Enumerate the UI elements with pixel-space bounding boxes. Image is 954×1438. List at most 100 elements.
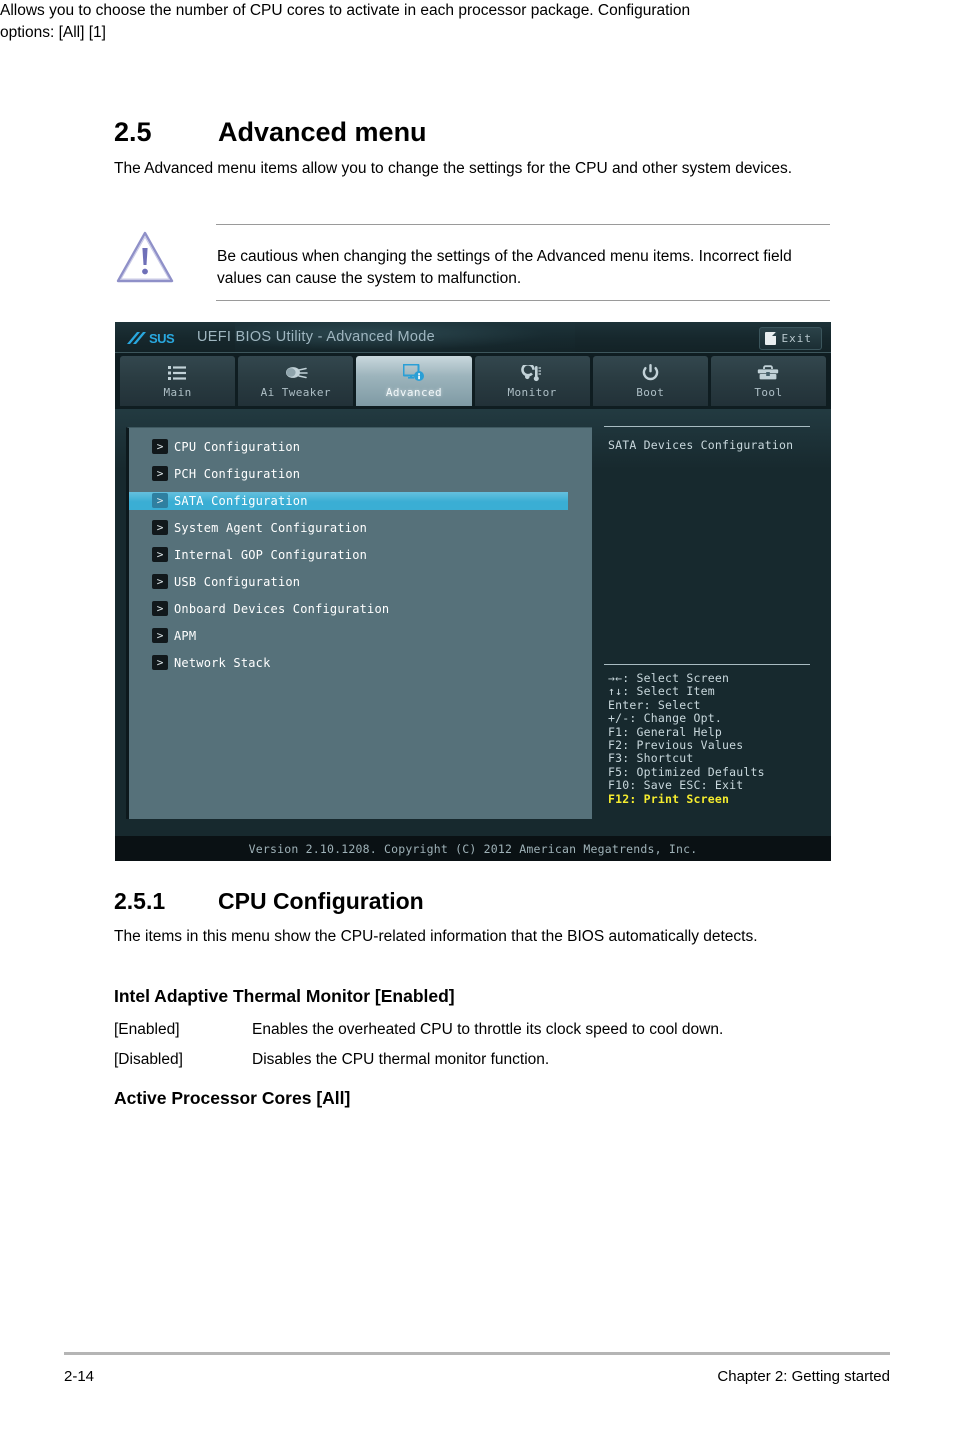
page-title: 2.5 Advanced menu bbox=[114, 117, 427, 148]
menu-item-label: APM bbox=[174, 629, 197, 643]
bios-version-bar: Version 2.10.1208. Copyright (C) 2012 Am… bbox=[115, 836, 831, 861]
key-legend-row: F1: General Help bbox=[608, 724, 722, 739]
option-description: Enables the overheated CPU to throttle i… bbox=[252, 1021, 724, 1038]
chevron-right-icon: > bbox=[152, 601, 168, 616]
footer-chapter: Chapter 2: Getting started bbox=[717, 1368, 890, 1385]
menu-item-label: Onboard Devices Configuration bbox=[174, 602, 390, 616]
asus-logo-icon: SUS bbox=[126, 329, 190, 346]
subsection-intro-paragraph: The items in this menu show the CPU-rela… bbox=[114, 928, 758, 945]
subsection-title: 2.5.1 CPU Configuration bbox=[114, 888, 424, 915]
menu-item-sata-configuration[interactable]: > SATA Configuration bbox=[129, 492, 568, 510]
key-legend-row: F10: Save ESC: Exit bbox=[608, 778, 744, 793]
menu-item-label: Internal GOP Configuration bbox=[174, 548, 368, 562]
tab-tool-label: Tool bbox=[754, 386, 783, 399]
manual-page: 2.5 Advanced menu The Advanced menu item… bbox=[0, 0, 954, 1438]
monitor-info-icon bbox=[402, 363, 425, 383]
svg-text:SUS: SUS bbox=[149, 331, 175, 346]
chevron-right-icon: > bbox=[152, 493, 168, 508]
chevron-right-icon: > bbox=[152, 655, 168, 670]
active-processor-cores-heading: Active Processor Cores [All] bbox=[114, 1088, 351, 1108]
warning-triangle-icon bbox=[114, 228, 176, 288]
bios-screenshot: SUS UEFI BIOS Utility - Advanced Mode Ex… bbox=[115, 322, 831, 861]
chevron-right-icon: > bbox=[152, 466, 168, 481]
menu-pane: > CPU Configuration > PCH Configuration … bbox=[126, 427, 592, 819]
active-processor-cores-description: Allows you to choose the number of CPU c… bbox=[0, 2, 691, 41]
tab-tool[interactable]: Tool bbox=[710, 356, 827, 406]
footer-divider bbox=[64, 1352, 890, 1355]
key-legend-row: Enter: Select bbox=[608, 697, 701, 712]
option-row-disabled: [Disabled] Disables the CPU thermal moni… bbox=[114, 1051, 549, 1069]
key-legend-row-print-screen: F12: Print Screen bbox=[608, 791, 730, 806]
note-text: Be cautious when changing the settings o… bbox=[217, 248, 792, 287]
bios-body: > CPU Configuration > PCH Configuration … bbox=[115, 409, 831, 836]
option-description: Disables the CPU thermal monitor functio… bbox=[252, 1051, 550, 1068]
menu-item-label: PCH Configuration bbox=[174, 467, 301, 481]
menu-item-internal-gop-configuration[interactable]: > Internal GOP Configuration bbox=[129, 546, 592, 564]
caution-note: Be cautious when changing the settings o… bbox=[114, 222, 830, 306]
section-title: Advanced menu bbox=[218, 117, 427, 147]
option-key: [Disabled] bbox=[114, 1051, 183, 1068]
section-intro-paragraph: The Advanced menu items allow you to cha… bbox=[114, 160, 793, 177]
menu-item-apm[interactable]: > APM bbox=[129, 627, 592, 645]
menu-list: > CPU Configuration > PCH Configuration … bbox=[129, 428, 592, 672]
menu-item-label: System Agent Configuration bbox=[174, 521, 368, 535]
note-divider-bottom bbox=[216, 300, 830, 301]
exit-button-label: Exit bbox=[781, 332, 812, 345]
help-pane: SATA Devices Configuration →←: Select Sc… bbox=[604, 419, 820, 819]
tab-monitor-label: Monitor bbox=[507, 386, 557, 399]
chevron-right-icon: > bbox=[152, 439, 168, 454]
menu-item-onboard-devices-configuration[interactable]: > Onboard Devices Configuration bbox=[129, 600, 592, 618]
tab-main[interactable]: Main bbox=[120, 356, 236, 406]
tab-ai-tweaker[interactable]: Ai Tweaker bbox=[238, 356, 354, 406]
list-icon bbox=[167, 363, 188, 383]
help-divider-mid bbox=[604, 664, 810, 665]
chevron-right-icon: > bbox=[152, 574, 168, 589]
toolbox-icon bbox=[757, 363, 779, 383]
option-key: [Enabled] bbox=[114, 1021, 180, 1038]
exit-door-icon bbox=[764, 331, 777, 345]
thermometer-icon bbox=[521, 363, 543, 383]
tab-boot[interactable]: Boot bbox=[592, 356, 708, 406]
menu-item-label: SATA Configuration bbox=[174, 494, 308, 508]
bios-title-bar: SUS UEFI BIOS Utility - Advanced Mode Ex… bbox=[115, 322, 831, 353]
exit-button[interactable]: Exit bbox=[758, 327, 822, 350]
power-icon bbox=[642, 363, 659, 383]
tab-ai-tweaker-label: Ai Tweaker bbox=[260, 386, 331, 399]
key-legend-row: ↑↓: Select Item bbox=[608, 684, 715, 699]
tab-main-label: Main bbox=[163, 386, 192, 399]
menu-item-label: Network Stack bbox=[174, 656, 271, 670]
chevron-right-icon: > bbox=[152, 520, 168, 535]
help-divider-top bbox=[604, 426, 810, 427]
footer-page-number: 2-14 bbox=[64, 1368, 95, 1385]
key-legend-row: F3: Shortcut bbox=[608, 751, 694, 766]
bios-tab-bar: Main Ai Tweaker Advanced Monitor Boot To… bbox=[115, 353, 831, 409]
menu-item-network-stack[interactable]: > Network Stack bbox=[129, 654, 592, 672]
subsection-title-text: CPU Configuration bbox=[218, 888, 424, 914]
tab-boot-label: Boot bbox=[636, 386, 665, 399]
chevron-right-icon: > bbox=[152, 628, 168, 643]
option-row-enabled: [Enabled] Enables the overheated CPU to … bbox=[114, 1021, 723, 1039]
subsection-number: 2.5.1 bbox=[114, 888, 166, 914]
tab-monitor[interactable]: Monitor bbox=[474, 356, 590, 406]
menu-item-system-agent-configuration[interactable]: > System Agent Configuration bbox=[129, 519, 592, 537]
menu-item-cpu-configuration[interactable]: > CPU Configuration bbox=[129, 438, 592, 456]
key-legend-row: +/-: Change Opt. bbox=[608, 711, 722, 726]
tab-advanced[interactable]: Advanced bbox=[356, 356, 472, 406]
menu-item-usb-configuration[interactable]: > USB Configuration bbox=[129, 573, 592, 591]
tab-advanced-label: Advanced bbox=[385, 386, 443, 399]
thermal-monitor-heading: Intel Adaptive Thermal Monitor [Enabled] bbox=[114, 986, 455, 1006]
tuner-knob-icon bbox=[284, 363, 308, 383]
section-number: 2.5 bbox=[114, 117, 152, 147]
menu-item-label: USB Configuration bbox=[174, 575, 301, 589]
key-legend-row: →←: Select Screen bbox=[608, 671, 730, 685]
chevron-right-icon: > bbox=[152, 547, 168, 562]
menu-item-label: CPU Configuration bbox=[174, 440, 301, 454]
help-text: SATA Devices Configuration bbox=[608, 438, 794, 452]
note-divider-top bbox=[216, 224, 830, 225]
key-legend-row: F5: Optimized Defaults bbox=[608, 764, 765, 779]
menu-item-pch-configuration[interactable]: > PCH Configuration bbox=[129, 465, 592, 483]
bios-version-text: Version 2.10.1208. Copyright (C) 2012 Am… bbox=[248, 841, 698, 856]
key-legend: →←: Select Screen ↑↓: Select Item Enter:… bbox=[608, 671, 765, 806]
bios-title-text: UEFI BIOS Utility - Advanced Mode bbox=[197, 329, 435, 345]
key-legend-row: F2: Previous Values bbox=[608, 738, 744, 753]
